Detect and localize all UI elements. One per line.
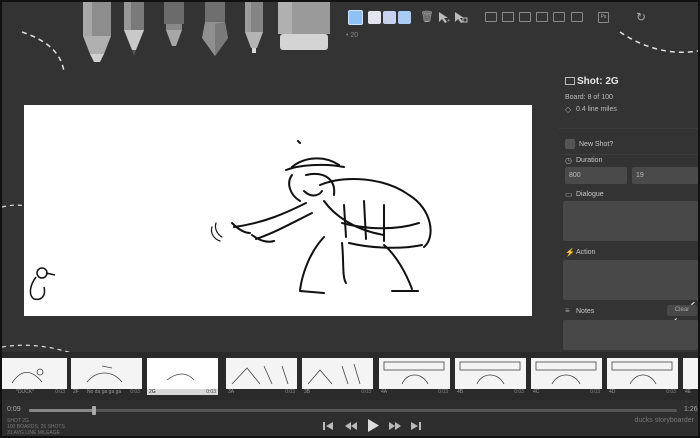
- rewind-icon[interactable]: [344, 420, 358, 432]
- credit-text: ducks storyboarder: [634, 417, 694, 424]
- play-icon[interactable]: [366, 418, 380, 433]
- board-info: Board: 8 of 100: [565, 94, 613, 101]
- notes-textarea[interactable]: [563, 320, 698, 350]
- new-shot-label: New Shot?: [579, 141, 614, 148]
- scrubber-handle[interactable]: [91, 406, 96, 415]
- scrubber-track[interactable]: [29, 406, 677, 415]
- playback-bar: 0:09 1:26 SHOT 2G 100 BOARDS, 26 SHOTS 3…: [2, 400, 698, 436]
- line-miles: 0.4 line miles: [576, 106, 617, 113]
- shot-details-panel: Shot: 2G Board: 8 of 100 ◇ 0.4 line mile…: [559, 72, 698, 350]
- notes-label: Notes: [576, 308, 595, 315]
- lightning-icon: ⚡: [565, 248, 575, 257]
- duration-label: Duration: [576, 157, 603, 164]
- divider: [559, 128, 698, 129]
- storyboarder-window: • 20 🗑 + Ps ↻ Shot: 2G Board: 8 of 100 ◇…: [0, 0, 700, 438]
- storyboard-sketch: [29, 140, 432, 301]
- skip-start-icon[interactable]: [322, 420, 334, 432]
- duration-ms-input[interactable]: 800: [565, 167, 627, 184]
- dialogue-textarea[interactable]: [563, 201, 698, 241]
- dialogue-icon: ▭: [565, 190, 573, 199]
- drawing-canvas[interactable]: [24, 105, 532, 316]
- board-timeline[interactable]: *DUCK* 0:03 2F No da ga ga ga 0:03 2G 0:…: [2, 352, 698, 400]
- line-miles-icon: ◇: [565, 105, 572, 114]
- divider: [559, 154, 698, 155]
- fast-forward-icon[interactable]: [388, 420, 402, 432]
- mileage-info: 31 AVG LINE MILEAGE: [7, 430, 60, 436]
- clear-notes-button[interactable]: Clear: [667, 305, 697, 316]
- shot-title: Shot: 2G: [577, 76, 619, 87]
- total-time: 1:26: [684, 406, 698, 413]
- action-textarea[interactable]: [563, 260, 698, 300]
- duration-frames-input[interactable]: 19: [632, 167, 698, 184]
- scrubber-progress: [29, 409, 94, 412]
- skip-end-icon[interactable]: [410, 420, 422, 432]
- current-time: 0:09: [7, 406, 21, 413]
- thumbnail-sketches: [11, 361, 673, 385]
- shot-icon: [565, 77, 575, 85]
- clock-icon: ◷: [565, 156, 572, 165]
- notes-icon: ≡: [565, 306, 570, 315]
- dialogue-label: Dialogue: [576, 191, 604, 198]
- action-label: Action: [576, 249, 596, 256]
- new-shot-checkbox[interactable]: [565, 139, 575, 149]
